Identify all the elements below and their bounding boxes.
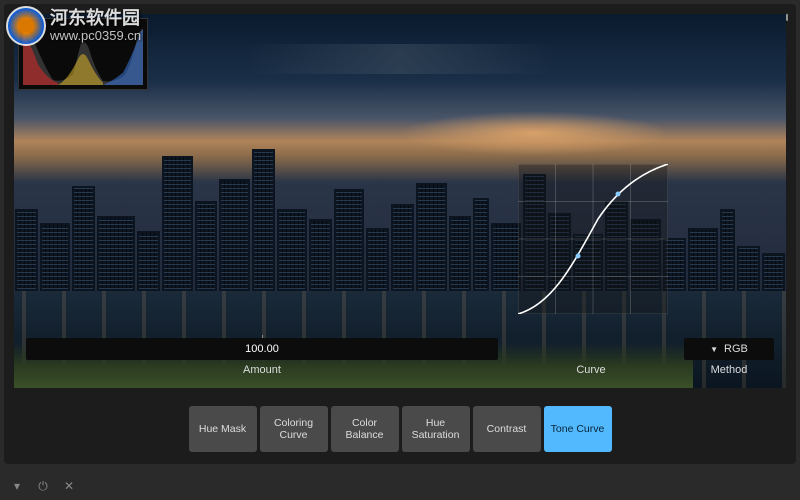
effect-tabs: Hue Mask Coloring Curve Color Balance Hu…	[14, 404, 786, 454]
curve-label: Curve	[576, 364, 605, 376]
method-value: RGB	[724, 343, 748, 355]
tab-color-balance[interactable]: Color Balance	[331, 406, 399, 452]
tab-coloring-curve[interactable]: Coloring Curve	[260, 406, 328, 452]
chevron-down-icon[interactable]: ▾	[10, 479, 24, 493]
power-icon[interactable]: ⏻	[36, 479, 50, 493]
amount-slider[interactable]: 100.00	[26, 338, 498, 360]
method-dropdown[interactable]: ▼ RGB	[684, 338, 774, 360]
watermark: 河东软件园 www.pc0359.cn	[6, 6, 141, 46]
tab-hue-mask[interactable]: Hue Mask	[189, 406, 257, 452]
watermark-url: www.pc0359.cn	[50, 29, 141, 43]
editor-frame: ◀	[4, 4, 796, 464]
watermark-cn: 河东软件园	[50, 9, 141, 29]
amount-label: Amount	[243, 364, 281, 376]
method-control: ▼ RGB Method	[684, 338, 774, 376]
footer-bar: ▾ ⏻ ✕	[0, 472, 800, 500]
tab-hue-saturation[interactable]: Hue Saturation	[402, 406, 470, 452]
watermark-logo	[6, 6, 46, 46]
parameter-controls: 100.00 Amount Curve ▼ RGB Method	[26, 326, 774, 376]
curve-control: Curve	[516, 364, 666, 376]
image-preview[interactable]: 100.00 Amount Curve ▼ RGB Method	[14, 14, 786, 388]
chevron-down-icon: ▼	[710, 345, 718, 354]
method-label: Method	[711, 364, 748, 376]
amount-value: 100.00	[245, 343, 279, 355]
amount-control: 100.00 Amount	[26, 338, 498, 376]
tab-tone-curve[interactable]: Tone Curve	[544, 406, 612, 452]
tab-contrast[interactable]: Contrast	[473, 406, 541, 452]
tone-curve-graph[interactable]	[518, 164, 668, 314]
close-icon[interactable]: ✕	[62, 479, 76, 493]
